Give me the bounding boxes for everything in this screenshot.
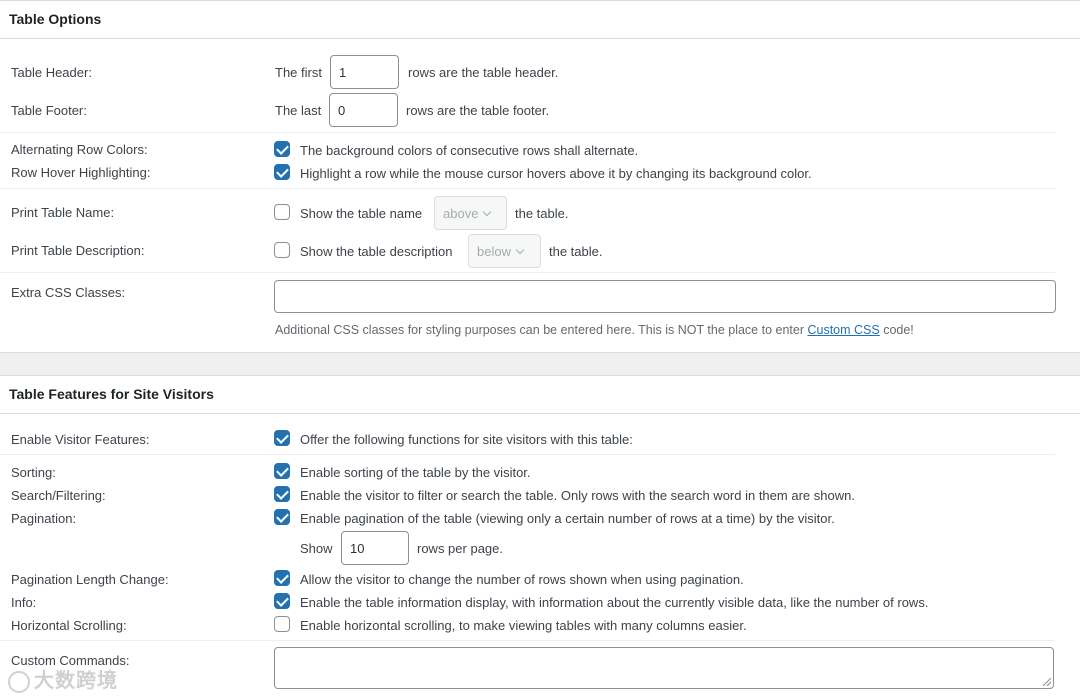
table-footer-suffix: rows are the table footer.	[406, 103, 550, 118]
print-table-name-checkbox[interactable]	[274, 204, 290, 220]
print-table-description-prefix: Show the table description	[300, 244, 453, 259]
table-options-header: Table Options	[0, 1, 1080, 39]
watermark-logo-icon	[8, 670, 30, 693]
info-label: Info:	[11, 595, 37, 610]
resize-handle-icon[interactable]	[1043, 678, 1051, 686]
watermark: 大数跨境	[8, 664, 118, 693]
print-table-name-position-select[interactable]: above	[434, 196, 507, 230]
custom-css-link[interactable]: Custom CSS	[807, 323, 879, 337]
pagination-show-label: Show	[300, 541, 333, 556]
alternating-row-colors-text: The background colors of consecutive row…	[300, 143, 639, 158]
separator	[0, 132, 1055, 133]
chevron-down-icon	[515, 245, 525, 254]
pagination-length-change-text: Allow the visitor to change the number o…	[300, 572, 744, 587]
separator	[0, 272, 1055, 273]
separator	[0, 188, 1055, 189]
alternating-row-colors-checkbox[interactable]	[274, 141, 290, 157]
separator	[0, 640, 1055, 641]
table-header-suffix: rows are the table header.	[408, 65, 559, 80]
print-table-description-checkbox[interactable]	[274, 242, 290, 258]
print-table-name-suffix: the table.	[515, 206, 569, 221]
print-table-description-suffix: the table.	[549, 244, 603, 259]
horizontal-scrolling-label: Horizontal Scrolling:	[11, 618, 127, 633]
extra-css-help-text-end: code!	[879, 323, 914, 337]
table-options-title: Table Options	[9, 11, 102, 27]
sorting-checkbox[interactable]	[274, 463, 290, 479]
search-filtering-label: Search/Filtering:	[11, 488, 106, 503]
print-table-name-label: Print Table Name:	[11, 205, 115, 220]
table-footer-prefix: The last	[275, 103, 322, 118]
horizontal-scrolling-text: Enable horizontal scrolling, to make vie…	[300, 618, 747, 633]
pagination-length-change-checkbox[interactable]	[274, 570, 290, 586]
info-checkbox[interactable]	[274, 593, 290, 609]
print-table-description-label: Print Table Description:	[11, 243, 145, 258]
row-hover-checkbox[interactable]	[274, 164, 290, 180]
pagination-length-change-label: Pagination Length Change:	[11, 572, 169, 587]
alternating-row-colors-label: Alternating Row Colors:	[11, 142, 148, 157]
chevron-down-icon	[483, 207, 492, 216]
panel-gap	[0, 352, 1080, 376]
search-filtering-text: Enable the visitor to filter or search t…	[300, 488, 855, 503]
visitor-features-panel: Table Features for Site Visitors Enable …	[0, 375, 1080, 697]
table-options-panel: Table Options Table Header: The first ro…	[0, 0, 1080, 352]
pagination-rows-input[interactable]	[341, 531, 409, 565]
enable-visitor-features-checkbox[interactable]	[274, 430, 290, 446]
separator	[0, 454, 1055, 455]
extra-css-classes-help: Additional CSS classes for styling purpo…	[275, 323, 914, 337]
pagination-label: Pagination:	[11, 511, 77, 526]
table-header-rows-input[interactable]	[330, 55, 399, 89]
horizontal-scrolling-checkbox[interactable]	[274, 616, 290, 632]
pagination-checkbox[interactable]	[274, 509, 290, 525]
table-header-label: Table Header:	[11, 65, 92, 80]
extra-css-classes-label: Extra CSS Classes:	[11, 285, 126, 300]
row-hover-label: Row Hover Highlighting:	[11, 165, 151, 180]
table-footer-label: Table Footer:	[11, 103, 87, 118]
extra-css-classes-input[interactable]	[274, 280, 1056, 313]
table-footer-rows-input[interactable]	[329, 93, 398, 127]
table-header-prefix: The first	[275, 65, 322, 80]
watermark-text: 大数跨境	[34, 670, 118, 692]
enable-visitor-features-label: Enable Visitor Features:	[11, 432, 150, 447]
visitor-features-header: Table Features for Site Visitors	[0, 376, 1080, 414]
visitor-features-title: Table Features for Site Visitors	[9, 386, 214, 402]
info-text: Enable the table information display, wi…	[300, 595, 929, 610]
pagination-rows-suffix: rows per page.	[417, 541, 503, 556]
sorting-label: Sorting:	[11, 465, 56, 480]
sorting-text: Enable sorting of the table by the visit…	[300, 465, 531, 480]
enable-visitor-features-text: Offer the following functions for site v…	[300, 432, 633, 447]
search-filtering-checkbox[interactable]	[274, 486, 290, 502]
pagination-text: Enable pagination of the table (viewing …	[300, 511, 835, 526]
print-table-name-position-value: above	[443, 205, 479, 221]
extra-css-help-text: Additional CSS classes for styling purpo…	[275, 323, 808, 337]
row-hover-text: Highlight a row while the mouse cursor h…	[300, 166, 812, 181]
print-table-description-position-select[interactable]: below	[468, 234, 541, 268]
custom-commands-textarea[interactable]	[274, 647, 1054, 689]
print-table-description-position-value: below	[477, 243, 511, 259]
print-table-name-prefix: Show the table name	[300, 206, 423, 221]
